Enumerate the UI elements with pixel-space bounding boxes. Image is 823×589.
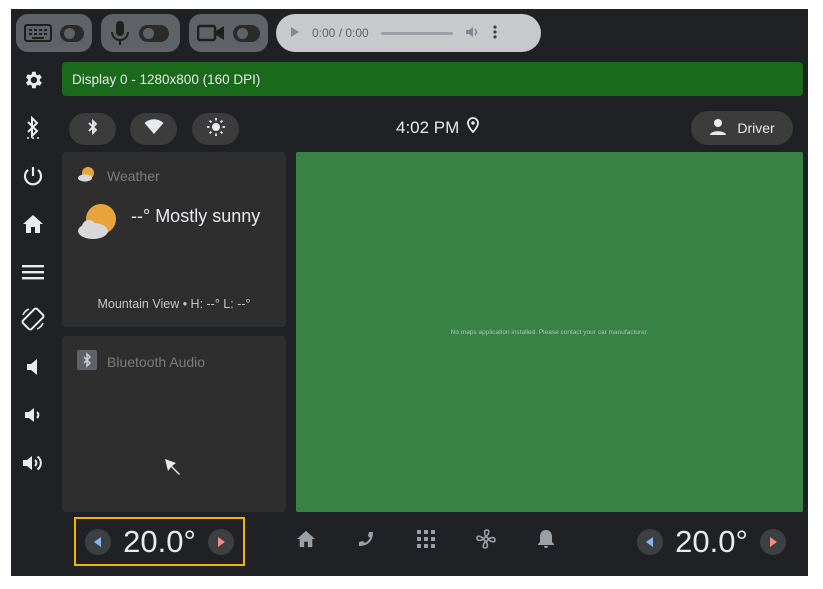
volume-mute-icon (24, 357, 42, 382)
user-name: Driver (737, 120, 775, 136)
location-icon (467, 117, 480, 138)
fan-icon (475, 528, 497, 555)
phone-icon (356, 529, 376, 554)
nav-app-grid-button[interactable] (406, 521, 446, 561)
app-grid-icon (417, 529, 435, 553)
emulator-frame: 0:00 / 0:00 Display 0 - 1280x800 (160 DP… (11, 9, 808, 576)
partly-sunny-icon (77, 166, 97, 185)
weather-card-header: Weather (77, 166, 160, 185)
media-volume-icon[interactable] (465, 25, 481, 42)
bluetooth-audio-header: Bluetooth Audio (77, 350, 205, 373)
map-panel[interactable]: No maps application installed. Please co… (296, 152, 803, 512)
microphone-control[interactable] (101, 14, 180, 52)
keyboard-toggle[interactable] (60, 24, 84, 42)
weather-condition: --° Mostly sunny (131, 206, 261, 226)
left-temperature: 20.0° (123, 523, 196, 559)
media-progress-track[interactable] (380, 31, 453, 35)
bluetooth-status-button[interactable] (69, 113, 116, 145)
nav-home-button[interactable] (286, 521, 326, 561)
right-temp-decrease-button[interactable] (637, 528, 664, 555)
user-profile-button[interactable]: Driver (691, 111, 793, 145)
volume-mute-button[interactable] (11, 346, 55, 394)
weather-card[interactable]: Weather --° Mostly sunny Mountain View •… (62, 152, 286, 327)
wifi-status-button[interactable] (130, 113, 177, 145)
person-icon (709, 118, 727, 139)
nav-phone-button[interactable] (346, 521, 386, 561)
right-temp-increase-button[interactable] (759, 528, 786, 555)
left-temp-increase-button[interactable] (207, 528, 234, 555)
weather-card-title: Weather (107, 167, 160, 184)
right-temperature: 20.0° (675, 523, 748, 559)
menu-button[interactable] (11, 250, 55, 298)
volume-up-icon (21, 452, 45, 479)
nav-hvac-button[interactable] (466, 521, 506, 561)
menu-icon (22, 264, 44, 285)
volume-down-button[interactable] (11, 393, 55, 441)
bluetooth-button[interactable] (11, 107, 55, 155)
power-icon (22, 165, 44, 192)
keyboard-control[interactable] (16, 14, 92, 52)
map-message: No maps application installed. Please co… (450, 328, 649, 336)
weather-summary: --° Mostly sunny (77, 202, 260, 247)
home-icon (22, 214, 44, 239)
hvac-left-control: 20.0° (74, 517, 245, 566)
bluetooth-icon (24, 115, 42, 146)
left-temp-decrease-button[interactable] (85, 528, 112, 555)
rotate-button[interactable] (11, 298, 55, 346)
rotate-icon (20, 306, 46, 337)
display-info-text: Display 0 - 1280x800 (160 DPI) (72, 71, 261, 87)
video-camera-icon (197, 23, 225, 43)
bluetooth-icon (87, 118, 99, 141)
camera-control[interactable] (189, 14, 268, 52)
microphone-toggle[interactable] (139, 24, 169, 42)
clock-time: 4:02 PM (396, 117, 460, 137)
volume-up-button[interactable] (11, 441, 55, 489)
keyboard-icon (24, 23, 52, 43)
car-navigation-bar (276, 521, 576, 561)
display-info-banner: Display 0 - 1280x800 (160 DPI) (62, 62, 803, 96)
status-clock: 4:02 PM (396, 117, 480, 138)
power-button[interactable] (11, 155, 55, 203)
bluetooth-audio-card[interactable]: Bluetooth Audio (62, 336, 286, 512)
camera-toggle[interactable] (233, 24, 260, 42)
play-icon[interactable] (290, 26, 300, 41)
home-button[interactable] (11, 202, 55, 250)
weather-location: Mountain View • H: --° L: --° (97, 297, 251, 311)
more-options-icon[interactable] (493, 24, 497, 42)
settings-button[interactable] (11, 59, 55, 107)
wifi-icon (144, 118, 164, 140)
media-player: 0:00 / 0:00 (276, 14, 541, 52)
cursor-arrow-icon (162, 456, 184, 483)
brightness-status-button[interactable] (192, 113, 239, 145)
media-time: 0:00 / 0:00 (312, 26, 369, 40)
nav-notifications-button[interactable] (526, 521, 566, 561)
microphone-icon (109, 20, 131, 46)
bluetooth-audio-title: Bluetooth Audio (107, 353, 206, 370)
partly-sunny-large-icon (77, 202, 119, 247)
home-icon (296, 530, 316, 553)
gear-icon (22, 69, 44, 96)
emulator-side-rail (11, 59, 55, 489)
bluetooth-audio-icon (77, 350, 97, 373)
volume-down-icon (23, 405, 43, 430)
hvac-right-control: 20.0° (626, 517, 797, 566)
brightness-icon (206, 117, 226, 142)
bell-icon (537, 529, 555, 554)
